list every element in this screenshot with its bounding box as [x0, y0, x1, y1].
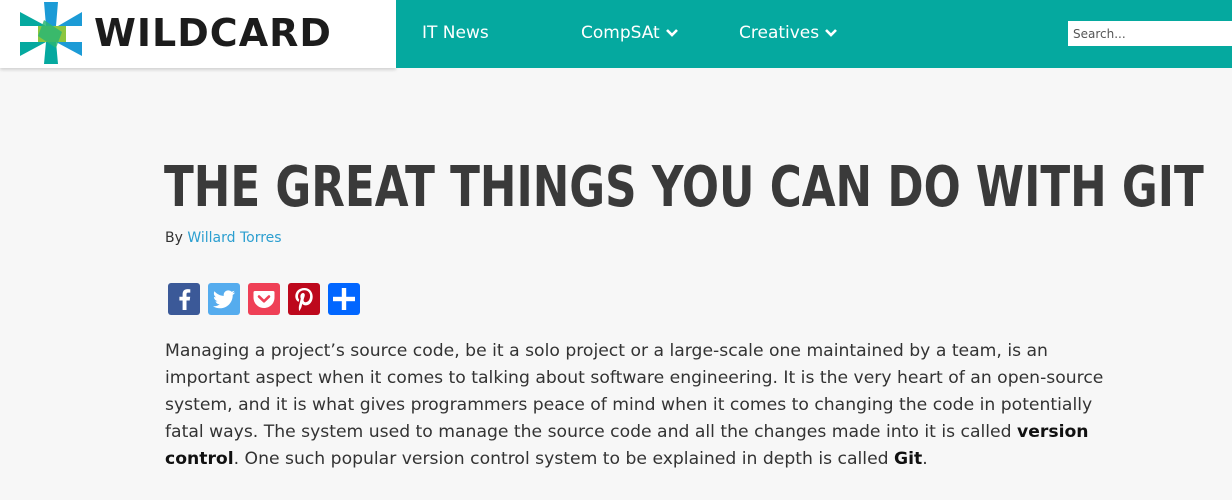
- author-link[interactable]: Willard Torres: [187, 230, 281, 246]
- share-facebook-button[interactable]: [168, 283, 200, 315]
- nav-item-it-news[interactable]: IT News: [422, 21, 489, 45]
- paragraph-text: . One such popular version control syste…: [233, 449, 895, 469]
- paragraph-text: .: [922, 449, 928, 469]
- share-plus-icon: [333, 288, 355, 310]
- share-buttons: [168, 283, 360, 315]
- share-pinterest-button[interactable]: [288, 283, 320, 315]
- byline-prefix: By: [165, 230, 183, 246]
- share-more-button[interactable]: [328, 283, 360, 315]
- article-title: THE GREAT THINGS YOU CAN DO WITH GIT: [164, 155, 1204, 220]
- site-header: WILDCARD IT News CompSAt Creatives: [0, 0, 1232, 68]
- nav-item-creatives[interactable]: Creatives: [739, 21, 838, 45]
- share-pocket-button[interactable]: [248, 283, 280, 315]
- article-paragraph: Managing a project’s source code, be it …: [165, 338, 1115, 473]
- facebook-icon: [179, 289, 191, 310]
- chevron-down-icon: [665, 29, 678, 37]
- pocket-icon: [253, 291, 275, 308]
- wildcard-logo-icon: [20, 2, 82, 64]
- search-input[interactable]: [1068, 21, 1232, 46]
- paragraph-text: Managing a project’s source code, be it …: [165, 341, 1104, 442]
- main-nav: IT News CompSAt Creatives: [396, 0, 1232, 68]
- byline: By Willard Torres: [165, 228, 282, 248]
- twitter-icon: [213, 290, 235, 309]
- nav-item-compsat[interactable]: CompSAt: [581, 21, 679, 45]
- nav-item-label: CompSAt: [581, 23, 660, 43]
- share-twitter-button[interactable]: [208, 283, 240, 315]
- logo-link[interactable]: WILDCARD: [0, 0, 396, 68]
- nav-item-label: Creatives: [739, 23, 820, 43]
- brand-name: WILDCARD: [94, 11, 332, 55]
- chevron-down-icon: [825, 29, 838, 37]
- pinterest-icon: [295, 288, 313, 311]
- paragraph-bold-term: Git: [894, 449, 923, 469]
- nav-item-label: IT News: [422, 23, 489, 43]
